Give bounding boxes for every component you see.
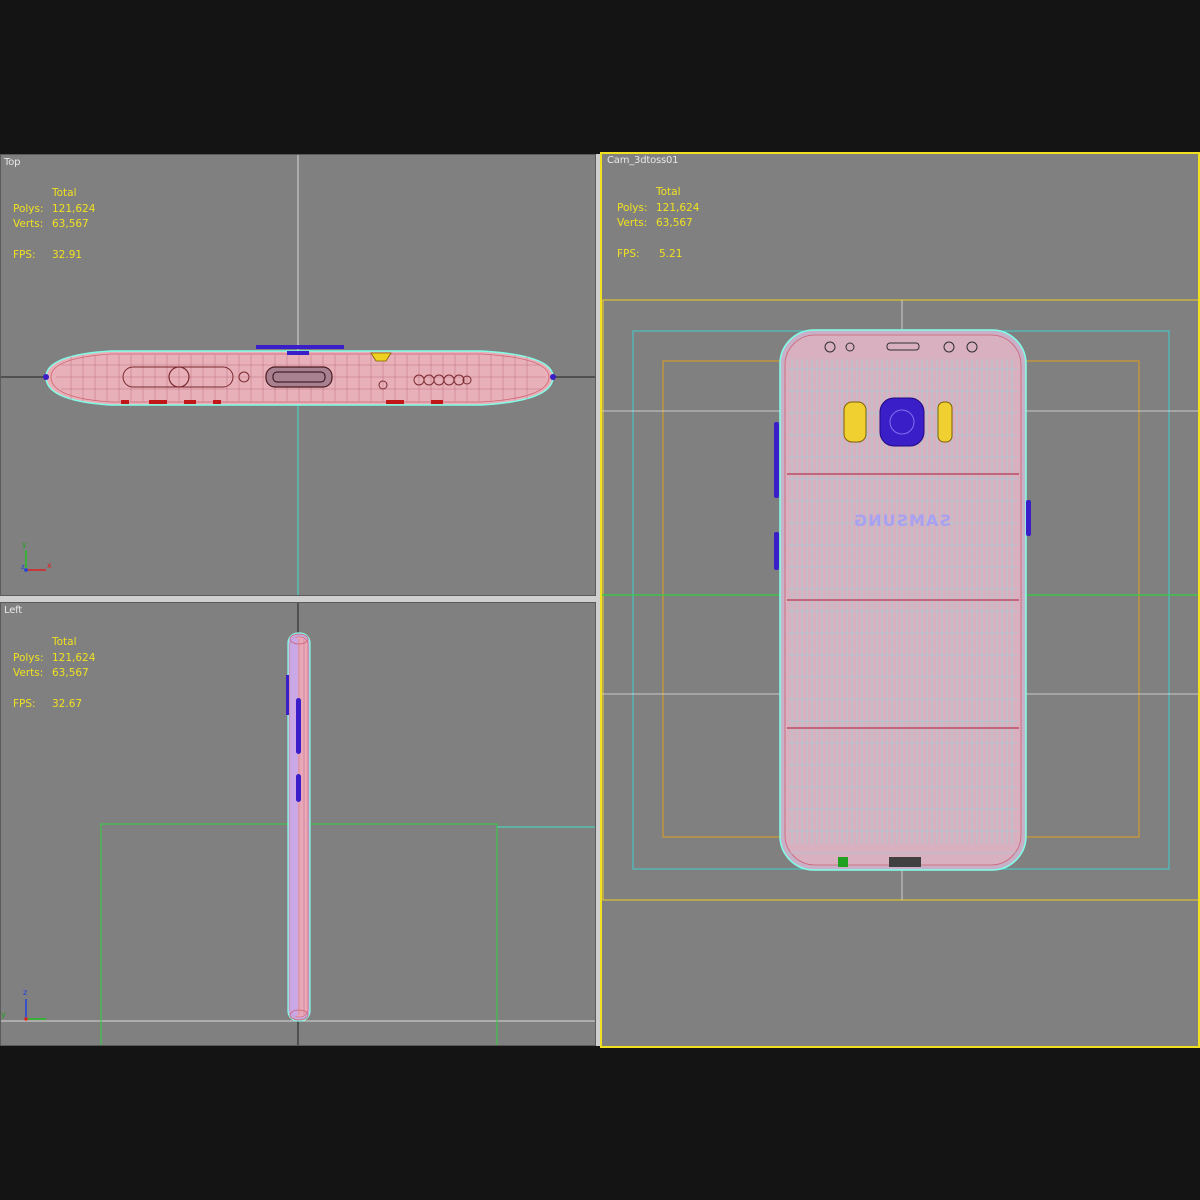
stats-panel-top: Total Polys: 121,624 Verts: 63,567 FPS: 32.… [13,186,95,264]
phone-side-view [286,632,311,1022]
viewport-workspace: { "viewports": { "top": { "label": "Top"… [0,0,1200,1200]
stats-panel-left: Total Polys: 121,624 Verts: 63,567 FPS: 32.… [13,635,95,713]
flash-left [843,401,867,443]
stats-verts-value: 63,567 [52,218,89,230]
stats-verts-label: Verts: [13,218,44,230]
stats-fps-value: 32.91 [52,249,83,261]
stats-verts-value: 63,567 [656,217,693,229]
viewport-label-camera[interactable]: Cam_3dtoss01 [607,155,679,166]
stats-polys-value: 121,624 [656,201,700,214]
axis-gizmo-left [24,999,46,1021]
stats-fps-label: FPS: [13,249,36,261]
stats-polys-value: 121,624 [52,202,96,215]
stats-fps-value: 5.21 [659,248,683,260]
stats-polys-label: Polys: [13,651,44,664]
gizmo-x-label: x [47,561,52,570]
gizmo-y-label: y [22,540,27,549]
phone-back-view: SAMSUNG [774,329,1031,871]
stats-verts-label: Verts: [13,667,44,679]
stats-total-label: Total [52,187,77,199]
viewport-divider-horizontal[interactable] [0,596,596,602]
stats-fps-value: 32.67 [52,698,83,710]
viewport-label-left[interactable]: Left [4,605,22,616]
axis-gizmo-top [24,550,46,572]
stats-fps-label: FPS: [13,698,36,710]
stats-verts-label: Verts: [617,217,648,229]
gizmo-z-label: z [23,988,27,997]
flash-right [937,401,953,443]
stats-verts-value: 63,567 [52,667,89,679]
stats-total-label: Total [52,636,77,648]
camera-wireframe-canvas: SAMSUNG [602,299,1198,901]
viewport-top[interactable]: y x z Top Total Polys: 121,624 Verts: 63,5… [0,154,596,596]
stats-polys-value: 121,624 [52,651,96,664]
stats-total-label: Total [656,186,681,198]
gizmo-y-label: y [1,1010,6,1019]
stats-polys-label: Polys: [13,202,44,215]
stats-panel-camera: Total Polys: 121,624 Verts: 63,567 FPS: 5.2… [617,185,699,263]
viewport-left[interactable]: z y Left Total Polys: 121,624 Verts: 63,56… [0,602,596,1046]
gizmo-z-label: z [21,563,25,571]
viewport-label-top[interactable]: Top [4,157,20,168]
viewport-camera[interactable]: SAMSUNG Cam_3dtoss01 Total Polys: 121,624… [600,152,1200,1048]
phone-top-view [43,345,556,406]
stats-polys-label: Polys: [617,201,648,214]
camera-lens [879,397,925,447]
brand-logo-mirrored: SAMSUNG [853,511,951,530]
stats-fps-label: FPS: [617,248,640,260]
